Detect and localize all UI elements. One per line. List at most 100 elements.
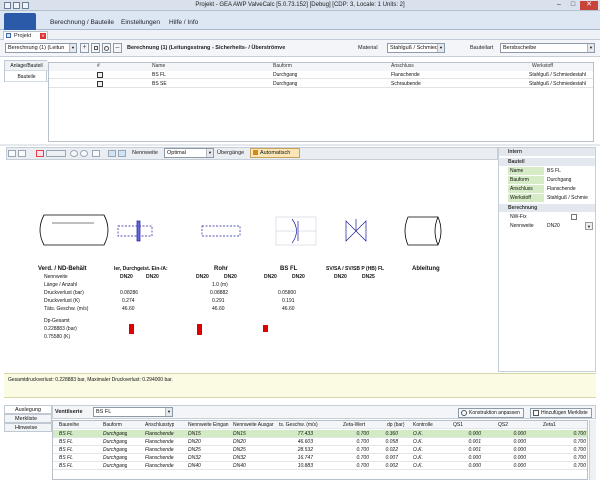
row-label-druckverlust-bar: Druckverlust (bar) xyxy=(44,290,84,296)
menu-berechnung[interactable]: Berechnung / Bauteile xyxy=(50,19,114,26)
bauteilart-select[interactable]: Bersbscheibe ▼ xyxy=(500,43,595,53)
col-header-qs2[interactable]: QS2 xyxy=(498,421,508,429)
col-header-nw-ausgang[interactable]: Nennweite Ausgar xyxy=(233,421,277,429)
table-row[interactable]: BS FL Durchgang Flanschende Stahlguß / S… xyxy=(49,71,593,79)
prop-nennweite-label: Nennweite xyxy=(510,223,534,229)
maximize-button[interactable]: □ xyxy=(566,1,580,10)
nwfix-checkbox[interactable] xyxy=(571,214,577,220)
chevron-down-icon[interactable]: ▼ xyxy=(585,222,593,230)
tab-close-icon[interactable]: ✕ xyxy=(40,33,46,39)
layout-icon[interactable] xyxy=(108,150,116,157)
tab-auslegung[interactable]: Auslegung xyxy=(4,405,52,414)
close-button[interactable]: ✕ xyxy=(580,1,598,10)
print-icon[interactable] xyxy=(8,150,16,157)
row-label-nennweite: Nennweite xyxy=(44,274,68,280)
tab-merkliste[interactable]: Merkliste xyxy=(4,414,52,423)
table-row[interactable]: BS FL Durchgang Flanschende DN25 DN25 28.532 0… xyxy=(53,446,587,454)
col-header-dp[interactable]: dp (bar) xyxy=(387,421,405,429)
prop-werkstoff-value[interactable]: Stahlguß / Schmie xyxy=(545,194,595,202)
ventilserie-label: Ventilserie xyxy=(55,409,83,415)
rohr-length: 1.0 (m) xyxy=(212,282,228,288)
col-header-anschluss[interactable]: Anschluss xyxy=(391,63,414,71)
side-tab-bauteile[interactable]: Bauteile xyxy=(5,72,48,82)
bsfl-velocity: 46.60 xyxy=(282,306,295,312)
material-select[interactable]: Stahlguß / Schmied ▼ xyxy=(387,43,445,53)
prop-bauform-value[interactable]: Durchgang xyxy=(545,176,595,184)
table-cell: 77.433 xyxy=(297,431,313,437)
table-row[interactable]: BS FL Durchgang Flanschende DN32 DN32 16.747 0… xyxy=(53,454,587,462)
table-cell: Durchgang xyxy=(103,455,128,461)
add-calculation-button[interactable]: + xyxy=(80,43,89,53)
col-header-zeta[interactable]: Zeta-Wert xyxy=(343,421,365,429)
chevron-down-icon: ▼ xyxy=(69,44,76,52)
settings-calculation-button[interactable] xyxy=(102,43,111,53)
tab-hinweise[interactable]: Hinweise xyxy=(4,423,52,432)
minimize-button[interactable]: – xyxy=(552,1,566,10)
table-cell: 0.700 xyxy=(573,431,586,437)
app-menu-button[interactable] xyxy=(4,13,36,30)
zoom-in-icon[interactable] xyxy=(70,150,78,157)
col-header-name[interactable]: Name xyxy=(152,63,166,71)
add-merkliste-button[interactable]: Hinzufügen Merkliste xyxy=(530,408,592,418)
export-icon[interactable] xyxy=(18,150,26,157)
side-tab-anlage[interactable]: Anlage/Bauteil xyxy=(5,61,48,71)
table-row[interactable]: BS FL Durchgang Flanschende DN40 DN40 10.883 0… xyxy=(53,462,587,470)
table-cell: DN20 xyxy=(188,439,201,445)
save-icon[interactable] xyxy=(4,2,11,9)
rohr-dp-k: 0.291 xyxy=(212,298,225,304)
prop-anschluss-value[interactable]: Flanschende xyxy=(545,185,595,193)
part-bauform: Durchgang xyxy=(273,72,298,78)
prop-name-value[interactable]: BS FL xyxy=(545,167,595,175)
tab-projekt[interactable]: Projekt ✕ xyxy=(3,31,48,40)
bsfl-dn-out: DN20 xyxy=(292,274,305,280)
zoom-out-icon[interactable] xyxy=(80,150,88,157)
col-header-nw-eingang[interactable]: Nennweite Eingan xyxy=(188,421,232,429)
table-row[interactable]: BS FL Durchgang Flanschende DN20 DN20 46.603 0… xyxy=(53,438,587,446)
col-header-kontrolle[interactable]: Kontrolle xyxy=(413,421,433,429)
menu-hilfe[interactable]: Hilfe / Info xyxy=(169,19,198,26)
col-header-qs1[interactable]: QS1 xyxy=(453,421,463,429)
group-berechnung[interactable]: Berechnung xyxy=(499,204,595,212)
col-header-bauform[interactable]: Bauform xyxy=(273,63,292,71)
table-row[interactable]: BS FL Durchgang Flanschende DN15 DN15 77.433 0… xyxy=(53,430,587,438)
open-icon[interactable] xyxy=(13,2,20,9)
table-cell: 46.603 xyxy=(297,439,313,445)
nennweite-select[interactable]: Optimal ▼ xyxy=(164,148,214,158)
group-intern[interactable]: Intern xyxy=(499,148,595,156)
delete-icon[interactable] xyxy=(36,150,44,157)
table-cell: DN15 xyxy=(188,431,201,437)
konstruktion-anpassen-button[interactable]: Konstruktion anpassen xyxy=(458,408,524,418)
results-scrollbar[interactable] xyxy=(589,420,596,480)
group-bauteil[interactable]: Bauteil xyxy=(499,158,595,166)
table-row[interactable]: BS SE Durchgang Schraubende Stahlguß / S… xyxy=(49,80,593,88)
table-cell: BS FL xyxy=(59,431,73,437)
ventilserie-select[interactable]: BS FL ▼ xyxy=(93,407,173,417)
calculation-select[interactable]: Berechnung (1) (Leitun ▼ xyxy=(5,43,77,53)
dp-gesamt-label: Dp-Gesamt xyxy=(44,318,70,324)
col-header-baureihe[interactable]: Baureihe xyxy=(59,421,79,429)
col-header-anschlusstyp[interactable]: Anschlusstyp xyxy=(145,421,174,429)
clear-icon[interactable] xyxy=(46,150,66,157)
table-cell: BS FL xyxy=(59,447,73,453)
table-cell: 0.001 xyxy=(468,447,481,453)
splitter[interactable] xyxy=(0,144,600,146)
menu-einstellungen[interactable]: Einstellungen xyxy=(121,19,160,26)
table-cell: Durchgang xyxy=(103,439,128,445)
grid-icon[interactable] xyxy=(118,150,126,157)
fit-icon[interactable] xyxy=(92,150,100,157)
copy-calculation-button[interactable] xyxy=(91,43,100,53)
table-cell: 0.000 xyxy=(513,447,526,453)
col-header-bauform[interactable]: Bauform xyxy=(103,421,122,429)
prop-nennweite-value[interactable]: DN20 xyxy=(545,222,585,230)
col-header-geschw[interactable]: ts. Geschw. (m/s) xyxy=(279,421,318,429)
col-header-index[interactable]: # xyxy=(97,63,100,71)
automatisch-button[interactable]: Automatisch xyxy=(250,148,300,158)
material-label: Material xyxy=(358,45,378,51)
table-cell: Flanschende xyxy=(145,439,174,445)
col-header-zeta1[interactable]: Zeta1 xyxy=(543,421,556,429)
undo-icon[interactable] xyxy=(22,2,29,9)
remove-calculation-button[interactable]: – xyxy=(113,43,122,53)
col-header-werkstoff[interactable]: Werkstoff xyxy=(532,63,553,71)
table-cell: Flanschende xyxy=(145,463,174,469)
ventilserie-value: BS FL xyxy=(96,409,112,415)
